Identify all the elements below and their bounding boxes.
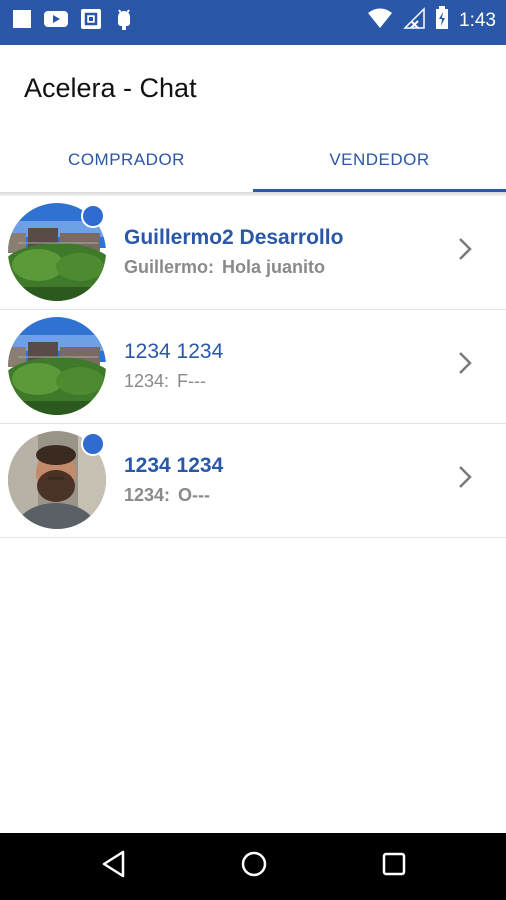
- system-nav-bar: [0, 833, 506, 900]
- android-debug-icon: [114, 8, 134, 35]
- chat-list: Guillermo2 Desarrollo Guillermo: Hola jua…: [0, 196, 506, 538]
- chevron-right-icon: [457, 350, 473, 381]
- chevron-right-icon: [457, 236, 473, 267]
- chat-name: 1234 1234: [124, 454, 224, 477]
- chat-message: F---: [177, 371, 207, 391]
- status-accent-strip: [0, 37, 506, 45]
- unread-indicator: [81, 204, 105, 228]
- signal-icon: [403, 7, 425, 34]
- avatar: [8, 317, 106, 415]
- chat-row[interactable]: 1234 1234 1234: F---: [0, 310, 506, 424]
- chat-sender: Guillermo:: [124, 257, 215, 277]
- tab-vendedor[interactable]: VENDEDOR: [253, 130, 506, 192]
- chat-preview: 1234: F---: [124, 371, 206, 392]
- app-bar: Acelera - Chat: [0, 45, 506, 130]
- chat-row[interactable]: Guillermo2 Desarrollo Guillermo: Hola jua…: [0, 196, 506, 310]
- chat-row[interactable]: 1234 1234 1234: O---: [0, 424, 506, 538]
- back-icon[interactable]: [101, 849, 127, 884]
- youtube-icon: [44, 10, 68, 33]
- page-title: Acelera - Chat: [24, 73, 197, 103]
- unread-indicator: [81, 432, 105, 456]
- chat-name: Guillermo2 Desarrollo: [124, 226, 344, 249]
- wifi-icon: [367, 7, 393, 34]
- chat-sender: 1234:: [124, 485, 171, 505]
- recents-icon[interactable]: [381, 849, 407, 884]
- home-icon[interactable]: [240, 849, 268, 884]
- chat-sender: 1234:: [124, 371, 170, 391]
- square-notification-icon: [12, 9, 32, 34]
- chat-preview: Guillermo: Hola juanito: [124, 257, 325, 278]
- chat-message: O---: [178, 485, 211, 505]
- battery-icon: [435, 6, 449, 35]
- status-time: 1:43: [459, 9, 496, 31]
- chat-name: 1234 1234: [124, 340, 224, 363]
- app-notification-icon: [80, 8, 102, 35]
- status-bar: 1:43: [0, 0, 506, 37]
- tab-bar: COMPRADOR VENDEDOR: [0, 130, 506, 192]
- chat-preview: 1234: O---: [124, 485, 210, 506]
- chevron-right-icon: [457, 464, 473, 495]
- tab-comprador[interactable]: COMPRADOR: [0, 130, 253, 192]
- chat-message: Hola juanito: [222, 257, 326, 277]
